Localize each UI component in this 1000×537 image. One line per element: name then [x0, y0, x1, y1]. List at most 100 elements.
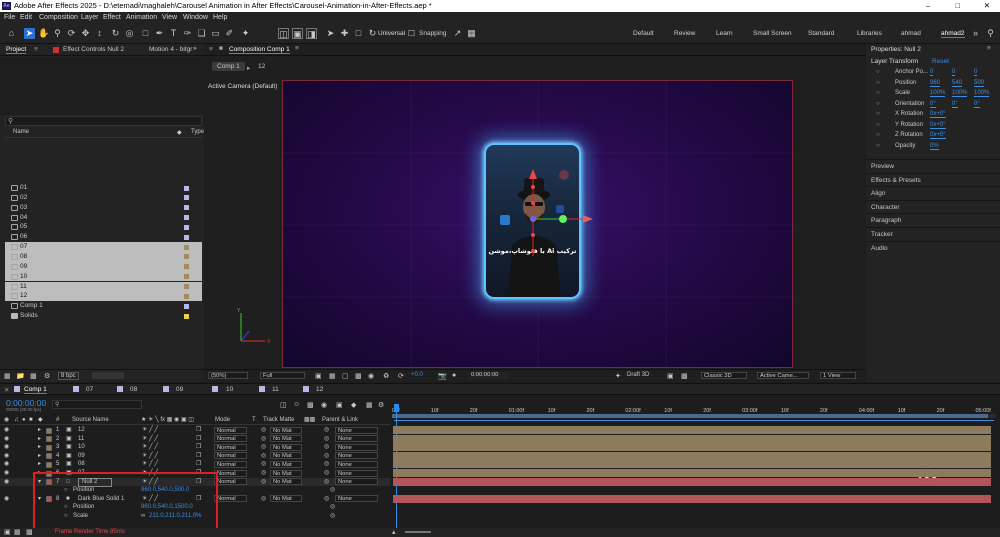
timeline-tab-comp1[interactable]: Comp 1 — [24, 386, 47, 394]
property-value[interactable]: 0% — [930, 143, 939, 150]
shy-icon[interactable]: ☺ — [293, 401, 300, 408]
comp-menu-icon[interactable]: ≡ — [209, 46, 213, 53]
move-gizmo-icon[interactable]: ✚ — [339, 28, 350, 39]
transfer-controls-icon[interactable]: ▩ — [26, 528, 33, 536]
stopwatch-icon[interactable]: ○ — [876, 80, 880, 86]
layer-switches-icon[interactable]: ▦ — [14, 528, 21, 536]
label-swatch[interactable] — [184, 274, 189, 280]
layer-duration-bar[interactable] — [393, 426, 991, 434]
track-matte-icon[interactable]: ◎ — [261, 478, 266, 487]
brush-tool-icon[interactable]: ✑ — [182, 28, 193, 39]
exposure-value[interactable]: +0.0 — [411, 372, 423, 378]
pick-whip-icon[interactable]: ◎ — [324, 452, 329, 461]
zoom-dropdown[interactable]: (50%) — [208, 372, 248, 379]
switch-icons[interactable]: ☀ ╱ ╱ — [142, 426, 158, 435]
region-of-interest-icon[interactable]: ▣ — [315, 372, 322, 380]
roto-brush-icon[interactable]: ✐ — [224, 28, 235, 39]
comp-breadcrumb-tab[interactable]: Comp 1 — [212, 62, 245, 71]
3d-layer-icon[interactable]: ❐ — [196, 452, 201, 461]
lock-icon[interactable]: ■ — [219, 45, 223, 52]
visibility-eye-icon[interactable]: ◉ — [4, 478, 9, 487]
expand-twirl-icon[interactable]: ▸ — [38, 435, 41, 444]
timeline-close-icon[interactable]: ✕ — [4, 386, 9, 394]
comp-panel-menu-icon[interactable]: ≡ — [295, 45, 299, 52]
layer-row[interactable]: ◉ ▸ 2 ▣ 11 ☀ ╱ ╱ ❐ Normal ◎ No Mat ◎ None — [0, 435, 390, 444]
maximize-icon[interactable]: □ — [955, 0, 960, 12]
property-value[interactable]: 0° — [930, 101, 936, 108]
snap-to-keyframe-icon[interactable]: ▦ — [366, 401, 373, 409]
layer-duration-bar[interactable] — [393, 477, 991, 486]
panel-preview[interactable]: Preview — [866, 159, 1000, 172]
t-column[interactable]: T — [252, 416, 256, 425]
reset-link[interactable]: Reset — [932, 58, 949, 65]
workspace-ahmad[interactable]: ahmad — [901, 30, 921, 37]
workspace-overflow-icon[interactable]: » — [970, 28, 981, 39]
track-matte-dropdown[interactable]: No Mat — [270, 469, 302, 477]
close-icon[interactable]: ✕ — [984, 0, 990, 12]
layer-row[interactable]: ◉ ▸ 4 ▣ 09 ☀ ╱ ╱ ❐ Normal ◎ No Mat ◎ None — [0, 452, 390, 461]
mode-dropdown[interactable]: Normal — [214, 452, 247, 460]
workspace-ahmad2[interactable]: ahmad2 — [941, 30, 965, 38]
expand-twirl-icon[interactable]: ▸ — [38, 452, 41, 461]
timeline-tab-08[interactable]: 08 — [130, 386, 137, 393]
transform-gizmo[interactable] — [283, 81, 794, 369]
label-swatch[interactable] — [184, 224, 189, 230]
property-value[interactable]: 100% — [952, 90, 968, 97]
stopwatch-icon[interactable]: ○ — [876, 122, 880, 128]
orbit-camera-icon[interactable]: ⟳ — [66, 28, 77, 39]
stopwatch-icon[interactable]: ○ — [876, 143, 880, 149]
visibility-eye-icon[interactable]: ◉ — [4, 426, 9, 435]
mode-dropdown[interactable]: Normal — [214, 426, 247, 434]
property-value[interactable]: 100% — [974, 90, 990, 97]
menu-effect[interactable]: Effect — [103, 12, 121, 23]
clone-stamp-icon[interactable]: ❏ — [196, 28, 207, 39]
minimize-icon[interactable]: – — [926, 0, 930, 12]
workspace-standard[interactable]: Standard — [808, 30, 834, 37]
layer-duration-bar[interactable] — [393, 460, 991, 469]
stopwatch-icon[interactable]: ○ — [876, 101, 880, 107]
work-area-bar[interactable] — [392, 414, 996, 418]
layer-label-swatch[interactable] — [46, 427, 52, 434]
renderer-dropdown[interactable]: Classic 3D — [701, 372, 747, 379]
visibility-eye-icon[interactable]: ◉ — [4, 452, 9, 461]
pick-whip-icon[interactable]: ◎ — [324, 443, 329, 452]
interpret-footage-icon[interactable]: ▦ — [4, 372, 11, 380]
track-matte-dropdown[interactable]: No Mat — [270, 460, 302, 468]
tab-effect-controls[interactable]: Effect Controls Null 2 — [63, 46, 124, 53]
property-value[interactable]: 0 — [952, 69, 956, 76]
menu-window[interactable]: Window — [183, 12, 208, 23]
project-item[interactable]: 04 — [5, 213, 202, 223]
draft3d-icon[interactable]: ✦ — [615, 372, 621, 380]
project-item[interactable]: 06 — [5, 232, 202, 242]
track-matte-dropdown[interactable]: No Mat — [270, 478, 302, 486]
timeline-tab-12[interactable]: 12 — [316, 386, 323, 393]
project-item[interactable]: 01 — [5, 183, 202, 193]
project-item[interactable]: 09 — [5, 261, 202, 272]
snapping-label[interactable]: Snapping — [419, 30, 446, 37]
selection-tool-icon[interactable]: ➤ — [24, 28, 35, 39]
comp-breadcrumb-tab2[interactable]: 12 — [258, 63, 265, 70]
rectangle-tool-icon[interactable]: □ — [140, 28, 151, 39]
mode-dropdown[interactable]: Normal — [214, 460, 247, 468]
panel-paragraph[interactable]: Paragraph — [866, 213, 1000, 226]
expression-icon[interactable]: ◎ — [330, 512, 335, 521]
matte-icon[interactable]: ▩▩ — [304, 416, 315, 425]
track-matte-icon[interactable]: ◎ — [261, 443, 266, 452]
track-matte-icon[interactable]: ◎ — [261, 469, 266, 478]
timeline-tab-09[interactable]: 09 — [176, 386, 183, 393]
layer-duration-bar[interactable] — [393, 494, 991, 503]
3d-ground-plane-icon[interactable]: ▩ — [681, 372, 688, 380]
mode-dropdown[interactable]: Normal — [214, 469, 247, 477]
exposure-reset-icon[interactable]: ⟳ — [398, 372, 404, 380]
local-axis-icon[interactable]: ◫ — [278, 28, 289, 39]
rotation-tool-icon[interactable]: ↻ — [110, 28, 121, 39]
project-item[interactable]: 02 — [5, 193, 202, 203]
keyframe-nav-icon[interactable]: ◆ — [351, 401, 356, 409]
layer-label-swatch[interactable] — [46, 444, 52, 451]
zoom-out-icon[interactable]: ▴ — [392, 528, 396, 536]
menu-view[interactable]: View — [162, 12, 177, 23]
timeline-tab-07[interactable]: 07 — [86, 386, 93, 393]
panel-character[interactable]: Character — [866, 199, 1000, 213]
tab-project[interactable]: Project — [6, 46, 27, 54]
label-swatch[interactable] — [184, 215, 189, 221]
